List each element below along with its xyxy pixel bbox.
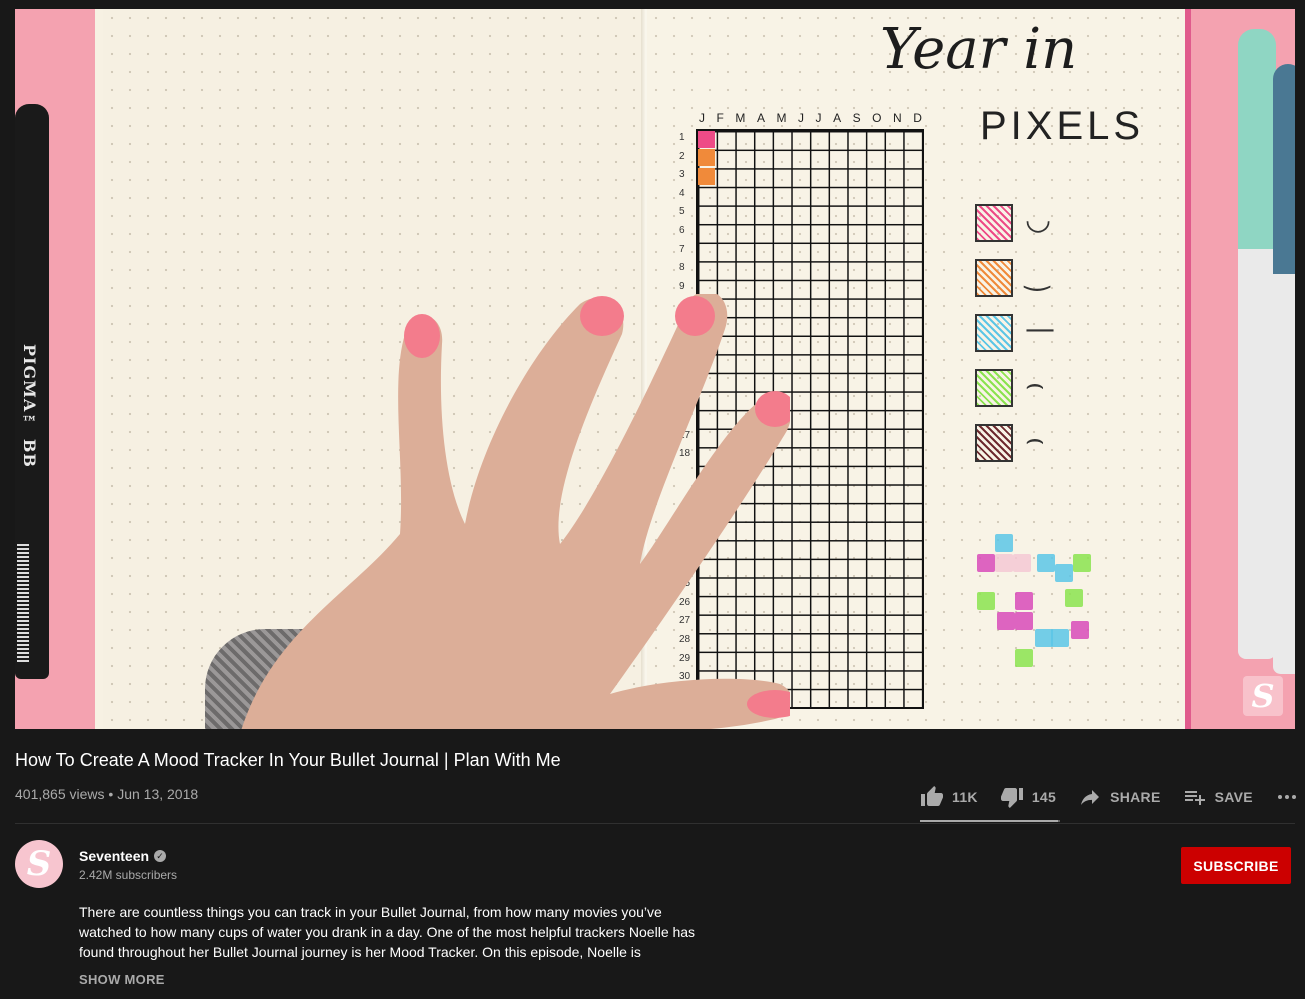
day-number: 1: [679, 132, 685, 143]
mood-legend-swatch: [975, 204, 1013, 242]
day-number: 2: [679, 150, 685, 162]
like-button[interactable]: 11K: [920, 785, 978, 809]
pen-label: PIGMA™ BB: [20, 344, 39, 468]
pigma-pen: PIGMA™ BB: [15, 104, 49, 679]
subscribe-button[interactable]: SUBSCRIBE: [1181, 847, 1291, 884]
share-button[interactable]: SHARE: [1078, 785, 1161, 809]
action-bar: 11K 145 SHARE SAVE: [920, 782, 1299, 812]
month-letter: A: [756, 111, 766, 125]
day-number: 3: [679, 169, 685, 181]
day-number: 8: [679, 262, 685, 274]
day-number: 4: [679, 187, 685, 199]
mood-legend-swatch: [975, 259, 1013, 297]
video-meta: 401,865 views • Jun 13, 2018: [15, 786, 198, 802]
day-number: 5: [679, 206, 685, 218]
share-arrow-icon: [1081, 790, 1100, 805]
filled-pixel: [698, 149, 715, 166]
show-more-button[interactable]: SHOW MORE: [79, 972, 165, 987]
channel-avatar[interactable]: S: [15, 840, 63, 888]
day-number: 6: [679, 224, 685, 236]
more-actions-button[interactable]: [1275, 785, 1299, 809]
month-letter: J: [798, 111, 806, 125]
divider: [15, 823, 1295, 824]
month-letter: N: [893, 111, 903, 125]
mood-legend-swatch: [975, 314, 1013, 352]
teal-marker: [1238, 29, 1276, 659]
video-title: How To Create A Mood Tracker In Your Bul…: [15, 750, 561, 770]
month-letter: J: [815, 111, 823, 125]
sentiment-bar-fill: [920, 820, 1059, 822]
playlist-add-icon: [1184, 791, 1205, 805]
channel-name-row: Seventeen ✓: [79, 848, 167, 864]
mood-face-icon: ⌢: [1025, 422, 1045, 457]
view-count: 401,865 views: [15, 786, 105, 802]
day-number: 7: [679, 243, 685, 255]
thumbs-down-icon: [1000, 788, 1023, 808]
filled-pixel: [698, 131, 715, 148]
mood-face-icon: ◡: [1025, 202, 1052, 237]
save-button[interactable]: SAVE: [1183, 785, 1253, 809]
month-letter: S: [852, 111, 862, 125]
blue-marker: [1273, 64, 1295, 674]
month-letter: M: [735, 111, 747, 125]
video-description: There are countless things you can track…: [79, 904, 696, 960]
month-letter: F: [716, 111, 725, 125]
mood-face-icon: ‿: [1025, 257, 1050, 292]
mood-legend-swatch: [975, 424, 1013, 462]
mood-legend-swatch: [975, 369, 1013, 407]
more-horizontal-icon: [1277, 795, 1296, 799]
journal-title-script: Year in: [880, 17, 1078, 82]
upload-date: Jun 13, 2018: [117, 786, 199, 802]
mood-face-icon: —: [1025, 312, 1055, 347]
month-labels: JFMAMJJASOND: [699, 111, 923, 125]
month-letter: M: [776, 111, 788, 125]
sentiment-bar: [920, 820, 1060, 822]
dislike-count: 145: [1031, 789, 1057, 805]
journal-title-caps: PIXELS: [980, 104, 1145, 148]
pen-barcode: [17, 544, 29, 664]
mood-face-icon: ⌢: [1025, 367, 1045, 402]
month-letter: O: [872, 111, 883, 125]
save-label: SAVE: [1214, 789, 1253, 805]
channel-name[interactable]: Seventeen: [79, 848, 149, 864]
month-letter: A: [833, 111, 843, 125]
share-label: SHARE: [1110, 789, 1161, 805]
channel-watermark[interactable]: S: [1243, 676, 1283, 716]
thumbs-up-icon: [921, 786, 943, 806]
video-player[interactable]: PIGMA™ BB Year in PIXELS JFMAMJJASOND 12…: [15, 9, 1295, 729]
month-letter: J: [699, 111, 706, 125]
filled-pixel: [698, 168, 715, 185]
hand: [241, 294, 790, 729]
subscriber-count: 2.42M subscribers: [79, 868, 178, 882]
verified-badge-icon: ✓: [154, 850, 167, 862]
dislike-button[interactable]: 145: [1000, 785, 1056, 809]
like-count: 11K: [952, 789, 978, 805]
meta-separator: •: [108, 786, 114, 802]
month-letter: D: [913, 111, 923, 125]
